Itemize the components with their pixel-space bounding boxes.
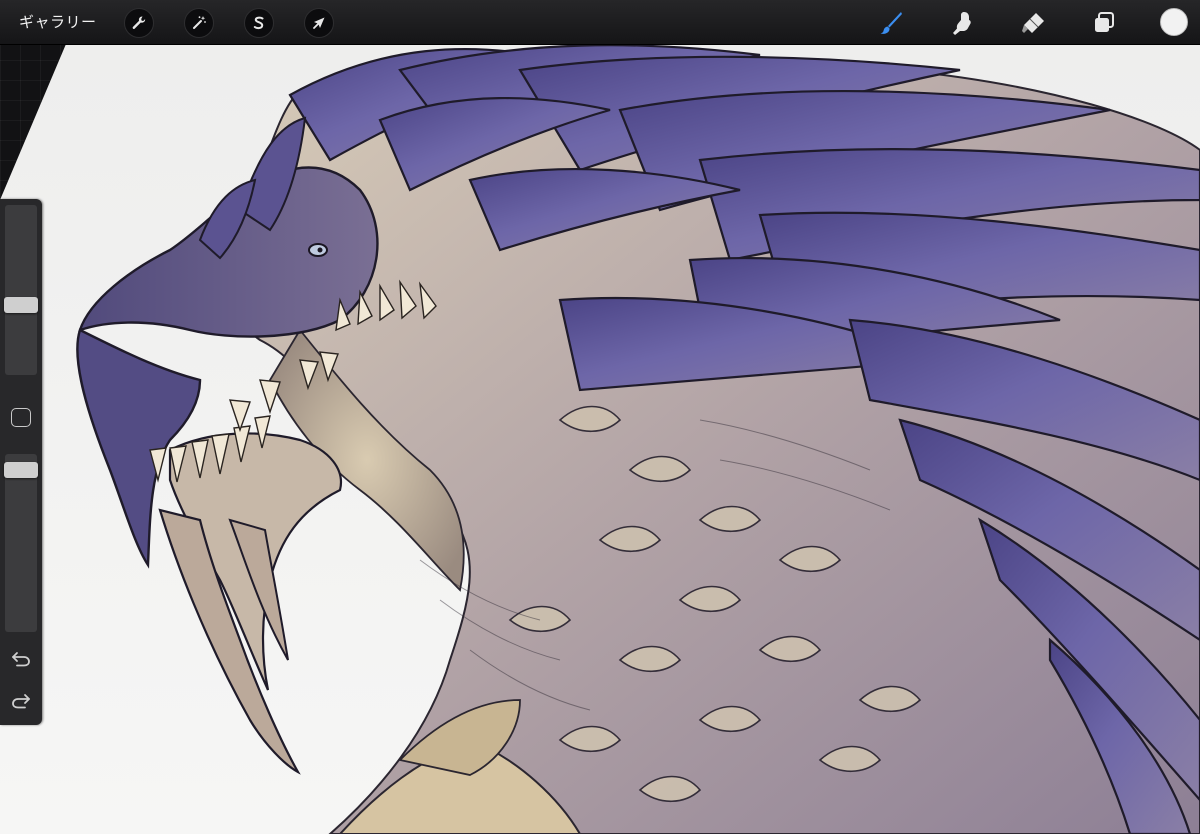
procreate-app: ギャラリー <box>0 0 1200 834</box>
undo-button[interactable] <box>9 647 33 671</box>
brush-size-slider[interactable] <box>4 205 38 375</box>
wrench-icon <box>132 16 146 29</box>
brush-icon <box>880 12 902 34</box>
redo-button[interactable] <box>9 689 33 713</box>
dragon-artwork[interactable] <box>0 0 1200 834</box>
brush-size-slider-thumb[interactable] <box>4 297 38 313</box>
eraser-icon <box>1022 13 1044 33</box>
color-swatch-button[interactable] <box>1160 8 1188 36</box>
left-sidebar <box>0 199 42 725</box>
modify-button[interactable] <box>11 408 31 427</box>
layers-button[interactable] <box>1089 8 1119 38</box>
eraser-tool-button[interactable] <box>1018 8 1048 38</box>
layers-icon <box>1095 12 1114 32</box>
transform-button[interactable] <box>304 8 334 38</box>
opacity-slider-thumb[interactable] <box>4 462 38 478</box>
selection-button[interactable] <box>244 8 274 38</box>
undo-arrow-icon <box>12 652 30 667</box>
smudge-finger-icon <box>953 12 971 35</box>
brush-tool-button[interactable] <box>876 8 906 38</box>
top-toolbar: ギャラリー <box>0 0 1200 45</box>
gallery-button[interactable]: ギャラリー <box>19 9 97 35</box>
drawing-canvas[interactable] <box>0 0 1200 834</box>
adjustments-button[interactable] <box>184 8 214 38</box>
redo-arrow-icon <box>12 694 30 709</box>
magic-wand-icon <box>193 16 206 29</box>
actions-button[interactable] <box>124 8 154 38</box>
arrow-cursor-icon <box>313 17 325 29</box>
selection-s-icon <box>253 16 264 30</box>
opacity-slider[interactable] <box>4 454 38 632</box>
smudge-tool-button[interactable] <box>947 8 977 38</box>
